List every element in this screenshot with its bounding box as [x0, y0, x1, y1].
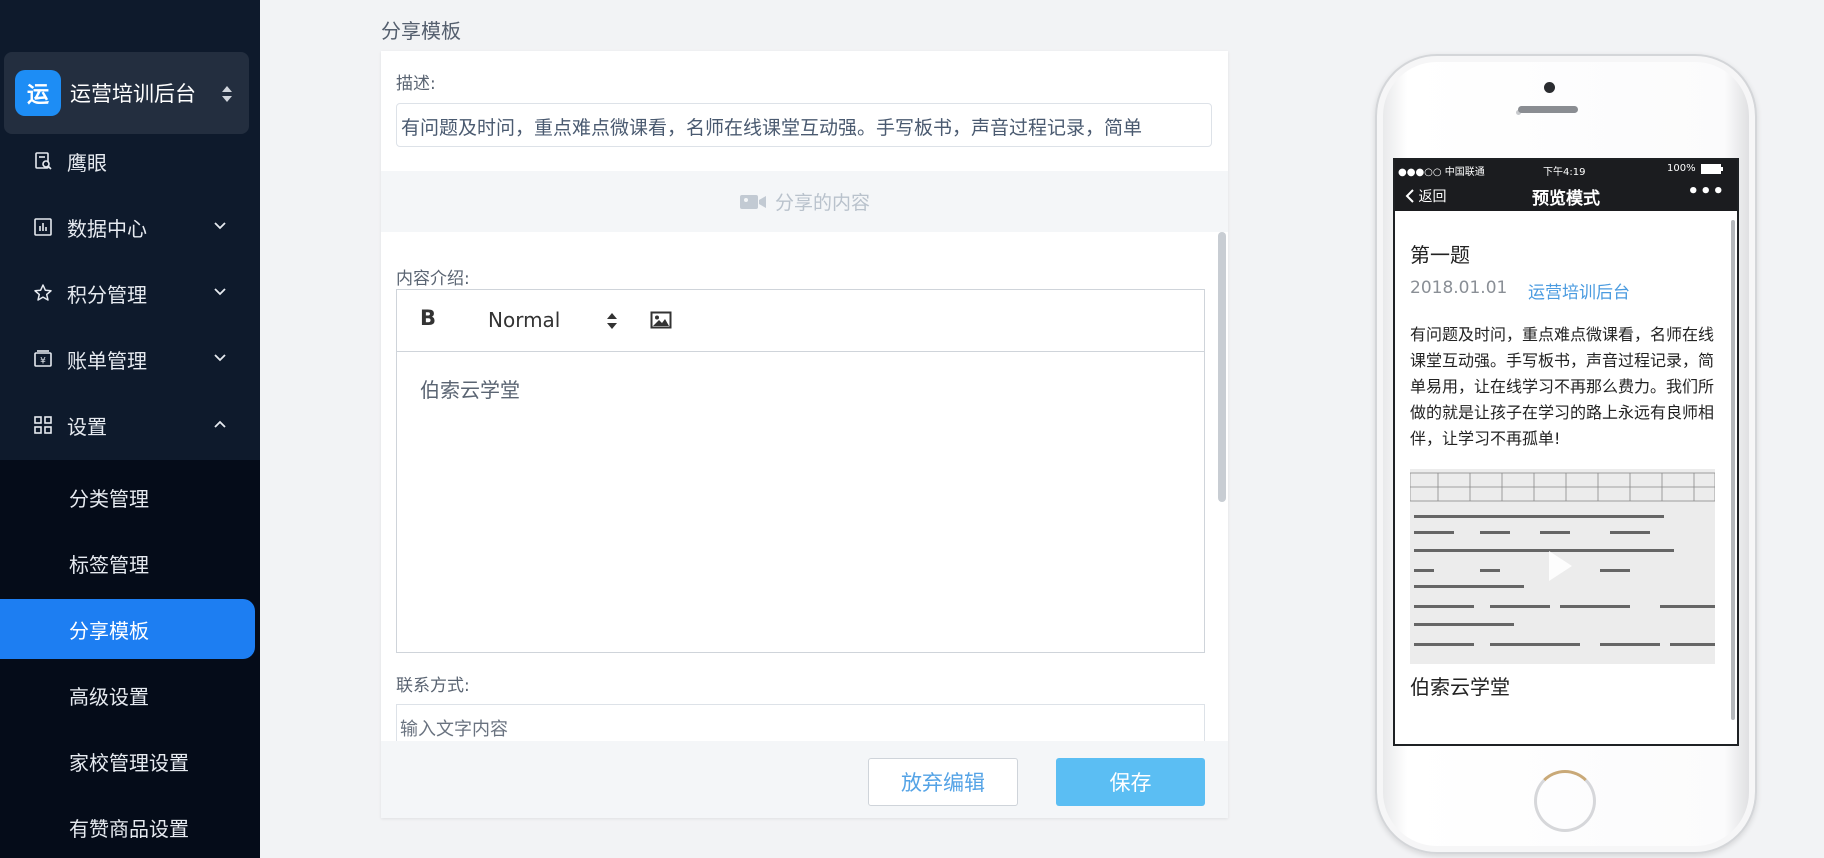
submenu-item-label: 高级设置 — [69, 684, 149, 709]
description-input[interactable]: 有问题及时问，重点难点微课看，名师在线课堂互动强。手写板书，声音过程记录，简单 — [396, 103, 1212, 147]
video-caption: 伯索云学堂 — [1410, 675, 1510, 699]
chart-icon — [34, 218, 52, 236]
submenu-item-youzan[interactable]: 有赞商品设置 — [0, 797, 260, 857]
editor-toolbar: B Normal — [397, 290, 1204, 352]
doc-search-icon — [35, 152, 52, 170]
video-thumbnail[interactable] — [1410, 469, 1715, 664]
submenu-item-category[interactable]: 分类管理 — [0, 467, 260, 527]
sidebar-item-eagle-eye[interactable]: 鹰眼 — [0, 131, 260, 191]
sort-arrows-icon — [607, 313, 617, 329]
sort-arrows-icon — [222, 86, 232, 102]
phone-speaker — [1518, 106, 1578, 113]
image-icon[interactable] — [650, 310, 672, 330]
share-content-label: 分享的内容 — [774, 192, 870, 214]
editor-content[interactable]: 伯索云学堂 — [420, 374, 520, 403]
chevron-down-icon — [214, 222, 226, 230]
battery-icon — [1701, 164, 1723, 174]
submenu-item-label: 标签管理 — [69, 552, 149, 577]
intro-label: 内容介绍: — [396, 269, 470, 289]
article-title: 第一题 — [1410, 243, 1470, 267]
submenu-item-tags[interactable]: 标签管理 — [0, 533, 260, 593]
preview-nav-bar: 返回 预览模式 ••• — [1395, 179, 1737, 211]
format-select-value: Normal — [488, 308, 561, 332]
bold-button[interactable]: B — [420, 306, 442, 330]
sidebar-item-label: 账单管理 — [67, 348, 147, 373]
sidebar: 运 运营培训后台 鹰眼 数据中心 积分管理 ¥ 账单管理 设置 分类管理 标签管… — [0, 0, 260, 858]
play-icon[interactable] — [1546, 549, 1574, 583]
article-body: 有问题及时问，重点难点微课看，名师在线课堂互动强。手写板书，声音过程记录，简单易… — [1410, 325, 1715, 448]
rich-text-editor: B Normal 伯索云学堂 — [396, 289, 1205, 653]
preview-screen: ●●●○○ 中国联通 下午4:19 100% 返回 预览模式 ••• 第一题 2… — [1393, 158, 1739, 746]
app-switcher[interactable]: 运 运营培训后台 — [4, 52, 249, 134]
sidebar-item-settings[interactable]: 设置 — [0, 395, 260, 455]
submenu-item-label: 分享模板 — [69, 618, 149, 643]
carrier-text: ●●●○○ 中国联通 — [1398, 167, 1485, 178]
sidebar-item-bills[interactable]: ¥ 账单管理 — [0, 329, 260, 389]
more-button[interactable]: ••• — [1687, 181, 1725, 202]
sidebar-item-points[interactable]: 积分管理 — [0, 263, 260, 323]
status-time: 下午4:19 — [1543, 167, 1586, 178]
chevron-down-icon — [214, 288, 226, 296]
app-logo: 运 — [15, 70, 61, 116]
submenu-item-share-template[interactable]: 分享模板 — [0, 599, 255, 659]
home-button — [1534, 770, 1596, 832]
sidebar-item-label: 积分管理 — [67, 282, 147, 307]
chevron-down-icon — [214, 354, 226, 362]
chevron-up-icon — [214, 420, 226, 428]
desc-label: 描述: — [396, 74, 436, 94]
phone-camera — [1544, 82, 1555, 93]
svg-text:¥: ¥ — [40, 357, 46, 367]
preview-scrollbar[interactable] — [1731, 220, 1735, 720]
grid-icon — [34, 416, 52, 434]
article-date: 2018.01.01 — [1410, 278, 1508, 298]
battery-text: 100% — [1667, 163, 1696, 174]
article-author[interactable]: 运营培训后台 — [1528, 278, 1630, 303]
format-select[interactable]: Normal — [488, 308, 618, 334]
submenu-item-home-school[interactable]: 家校管理设置 — [0, 731, 260, 791]
star-icon — [34, 284, 52, 301]
save-button[interactable]: 保存 — [1056, 758, 1205, 806]
page-title: 分享模板 — [381, 19, 461, 43]
contact-label: 联系方式: — [396, 676, 470, 696]
panel-scrollbar[interactable] — [1218, 232, 1226, 502]
discard-button[interactable]: 放弃编辑 — [868, 758, 1018, 806]
bill-icon: ¥ — [34, 350, 52, 367]
submenu-item-label: 有赞商品设置 — [69, 816, 189, 841]
preview-nav-title: 预览模式 — [1532, 189, 1600, 209]
sidebar-item-data-center[interactable]: 数据中心 — [0, 197, 260, 257]
template-form-panel: 描述: 有问题及时问，重点难点微课看，名师在线课堂互动强。手写板书，声音过程记录… — [381, 51, 1228, 818]
form-footer: 放弃编辑 保存 — [381, 741, 1228, 818]
sidebar-item-label: 数据中心 — [67, 216, 147, 241]
settings-submenu: 分类管理 标签管理 分享模板 高级设置 家校管理设置 有赞商品设置 — [0, 460, 260, 858]
sidebar-item-label: 鹰眼 — [67, 150, 107, 175]
status-bar: ●●●○○ 中国联通 下午4:19 100% — [1395, 160, 1737, 179]
share-content-bar: 分享的内容 — [381, 171, 1228, 232]
video-icon — [739, 194, 766, 209]
sidebar-item-label: 设置 — [67, 414, 107, 439]
submenu-item-advanced[interactable]: 高级设置 — [0, 665, 260, 725]
submenu-item-label: 分类管理 — [69, 486, 149, 511]
app-name: 运营培训后台 — [70, 82, 196, 106]
submenu-item-label: 家校管理设置 — [69, 750, 189, 775]
